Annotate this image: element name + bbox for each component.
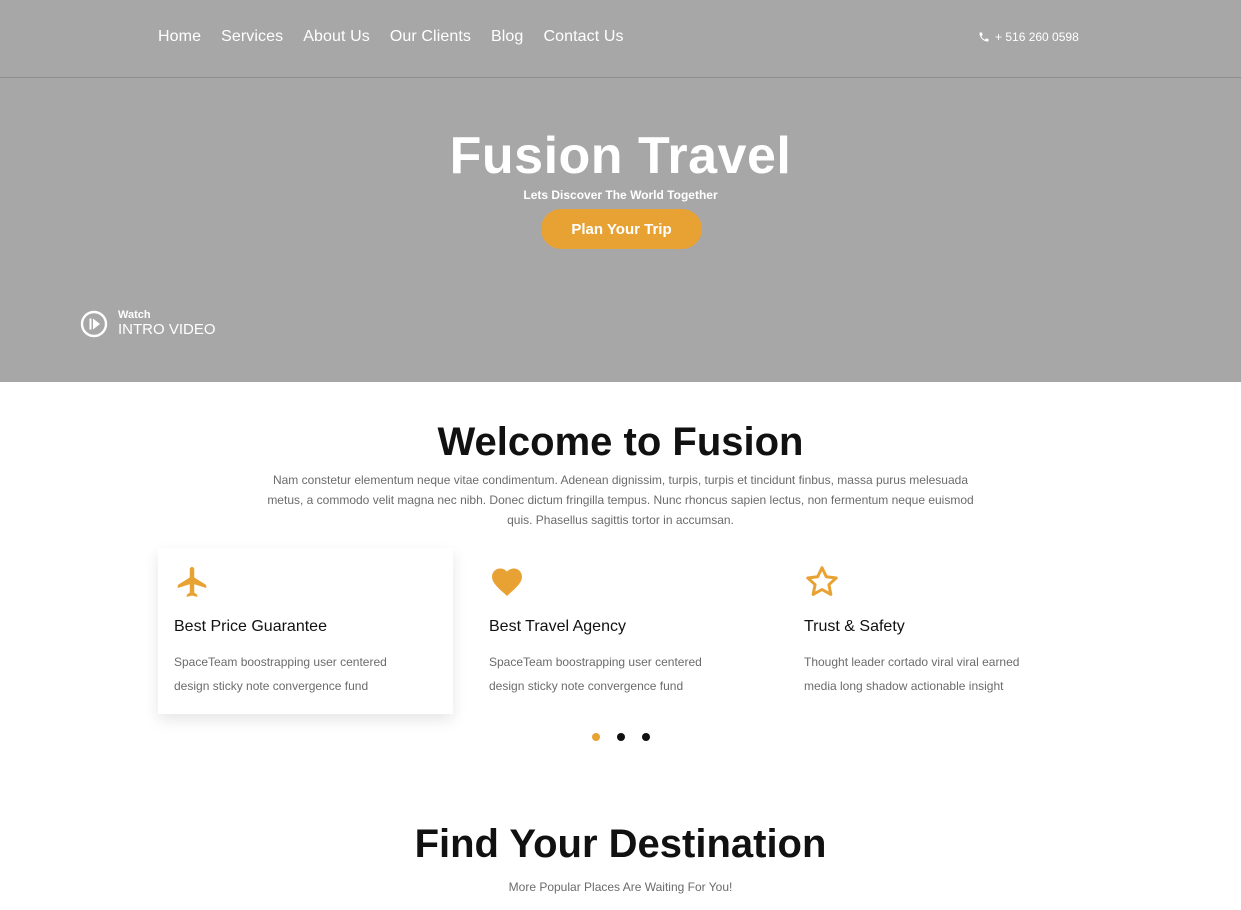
- feature-text: SpaceTeam boostrapping user centered des…: [174, 655, 387, 693]
- hero-title: Fusion Travel: [449, 127, 792, 185]
- feature-card[interactable]: Best Price Guarantee SpaceTeam boostrapp…: [158, 548, 453, 714]
- plan-your-trip-button[interactable]: Plan Your Trip: [541, 209, 702, 249]
- feature-title: Best Travel Agency: [489, 618, 626, 635]
- top-navigation-bar: Home Services About Us Our Clients Blog …: [0, 0, 1241, 78]
- carousel-dot-3[interactable]: [642, 733, 650, 741]
- watch-label: Watch: [118, 309, 151, 321]
- destination-title: Find Your Destination: [414, 822, 827, 866]
- intro-video-label: INTRO VIDEO: [118, 321, 216, 338]
- nav-contact-us[interactable]: Contact Us: [543, 28, 623, 46]
- feature-title: Best Price Guarantee: [174, 618, 327, 635]
- hero-subtitle: Lets Discover The World Together: [523, 188, 718, 202]
- feature-card[interactable]: Best Travel Agency SpaceTeam boostrappin…: [473, 548, 768, 714]
- nav-services[interactable]: Services: [221, 28, 283, 46]
- feature-card[interactable]: Trust & Safety Thought leader cortado vi…: [788, 548, 1083, 714]
- phone-link[interactable]: + 516 260 0598: [978, 30, 1079, 44]
- heart-icon: [492, 568, 522, 596]
- feature-title: Trust & Safety: [804, 618, 905, 635]
- nav-blog[interactable]: Blog: [491, 28, 523, 46]
- main-nav: Home Services About Us Our Clients Blog …: [158, 28, 624, 46]
- watch-text: Watch INTRO VIDEO: [118, 309, 216, 339]
- carousel-dot-2[interactable]: [617, 733, 625, 741]
- feature-text: Thought leader cortado viral viral earne…: [804, 655, 1020, 693]
- carousel-dots: [592, 733, 650, 741]
- watch-intro-video-link[interactable]: Watch INTRO VIDEO: [80, 310, 216, 338]
- plane-icon: [177, 567, 207, 597]
- hero-section: Fusion Travel Lets Discover The World To…: [0, 78, 1241, 382]
- play-circle-icon: [80, 310, 108, 338]
- feature-text: SpaceTeam boostrapping user centered des…: [489, 655, 702, 693]
- welcome-text: Nam constetur elementum neque vitae cond…: [267, 473, 974, 527]
- nav-home[interactable]: Home: [158, 28, 201, 46]
- carousel-dot-1[interactable]: [592, 733, 600, 741]
- welcome-title: Welcome to Fusion: [437, 420, 804, 464]
- nav-our-clients[interactable]: Our Clients: [390, 28, 471, 46]
- phone-icon: [979, 32, 989, 42]
- phone-number: + 516 260 0598: [995, 30, 1079, 44]
- nav-about-us[interactable]: About Us: [303, 28, 370, 46]
- destination-subtitle: More Popular Places Are Waiting For You!: [508, 880, 733, 894]
- star-icon: [806, 566, 838, 596]
